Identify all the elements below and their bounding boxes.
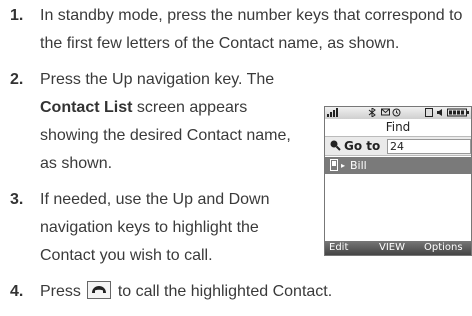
- softkey-options[interactable]: Options: [424, 241, 463, 255]
- screen-title: Find: [385, 120, 411, 134]
- step-line: Contact List screen appears: [40, 94, 291, 122]
- send-key-icon: [87, 281, 112, 299]
- contact-name: Bill: [350, 159, 367, 172]
- sim-icon: [425, 108, 433, 119]
- step-number: 2.: [10, 71, 24, 88]
- step-text: Press to call the highlighted Contact.: [40, 278, 332, 306]
- step-text: In standby mode, press the number keys t…: [40, 2, 462, 58]
- step-text: If needed, use the Up and Down navigatio…: [40, 186, 270, 270]
- softkey-bar: Edit VIEW Options: [325, 241, 471, 255]
- step-number: 1.: [10, 7, 24, 24]
- step-text-before: Press: [40, 283, 81, 300]
- step-line: If needed, use the Up and Down: [40, 191, 270, 208]
- bluetooth-icon: [367, 107, 377, 119]
- step-number: 4.: [10, 283, 24, 300]
- step-line: Press the Up navigation key. The: [40, 71, 275, 88]
- phone-contact-icon: [330, 157, 338, 176]
- signal-icon: [327, 108, 343, 119]
- step-text-after: to call the highlighted Contact.: [117, 283, 333, 300]
- contact-list-term: Contact List: [40, 99, 133, 116]
- chevron-right-icon: ▸: [341, 161, 346, 170]
- contact-list-item[interactable]: ▸ Bill: [325, 157, 471, 174]
- step-line: navigation keys to highlight the: [40, 219, 259, 236]
- softkey-edit[interactable]: Edit: [329, 241, 348, 255]
- step-line-rest: screen appears: [132, 99, 248, 116]
- search-icon: [329, 139, 341, 154]
- search-input[interactable]: 24: [387, 139, 471, 154]
- step-line: the first few letters of the Contact nam…: [40, 35, 400, 52]
- phone-screen: Find Go to 24 ▸ Bill Edit VIEW Options: [324, 106, 472, 256]
- battery-icon: [447, 108, 469, 119]
- step-number: 3.: [10, 191, 24, 208]
- speaker-icon: [436, 108, 445, 119]
- search-row: Go to 24: [325, 136, 471, 156]
- step-line: In standby mode, press the number keys t…: [40, 7, 463, 24]
- message-icon: [381, 108, 390, 118]
- status-bar: [325, 107, 471, 119]
- step-line: Contact you wish to call.: [40, 247, 213, 264]
- step-text: Press the Up navigation key. The Contact…: [40, 66, 291, 178]
- alarm-icon: [392, 108, 401, 119]
- softkey-view[interactable]: VIEW: [379, 241, 405, 255]
- search-label: Go to: [344, 139, 381, 153]
- step-line: as shown.: [40, 155, 113, 172]
- step-line: showing the desired Contact name,: [40, 127, 291, 144]
